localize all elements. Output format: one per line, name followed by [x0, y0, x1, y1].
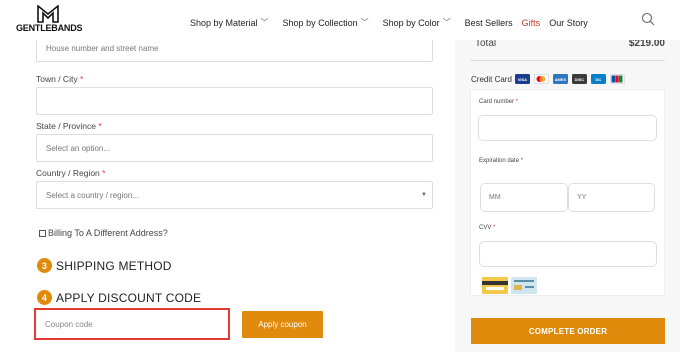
country-label: Country / Region * — [36, 168, 105, 178]
divider — [470, 60, 665, 61]
yy-placeholder: YY — [577, 194, 587, 201]
diners-icon: DC — [590, 74, 606, 84]
nav-label: Best Sellers — [464, 17, 513, 28]
nav-label: Gifts — [521, 17, 541, 28]
billing-different-address[interactable]: Billing To A Different Address? — [39, 228, 168, 238]
site-header: GENTLEBANDS Shop by Material ﹀ Shop by Co… — [0, 0, 700, 40]
logo-mark-icon — [37, 5, 59, 23]
coupon-placeholder: Coupon code — [45, 319, 93, 329]
expiry-year-input[interactable]: YY — [568, 183, 655, 212]
required-mark: * — [520, 158, 524, 164]
discount-code-heading: 4 APPLY DISCOUNT CODE — [37, 290, 201, 305]
required-mark: * — [515, 99, 519, 105]
address-placeholder: House number and street name — [46, 43, 159, 53]
nav-label: Shop by Material — [190, 17, 258, 28]
cvv-input[interactable] — [479, 241, 657, 267]
state-placeholder: Select an option... — [46, 143, 111, 153]
expiration-label: Expiration date * — [479, 158, 523, 164]
cvv-label: CVV * — [479, 225, 495, 231]
card-number-input[interactable] — [478, 115, 657, 141]
coupon-highlight: Coupon code — [34, 308, 230, 340]
country-label-text: Country / Region — [36, 168, 103, 178]
discount-code-title: APPLY DISCOUNT CODE — [56, 290, 202, 305]
nav-our-story[interactable]: Our Story — [549, 17, 588, 28]
search-icon[interactable] — [641, 12, 655, 26]
apply-coupon-button[interactable]: Apply coupon — [242, 311, 323, 338]
town-label-text: Town / City — [36, 74, 80, 84]
billing-label: Billing To A Different Address? — [48, 228, 168, 238]
chevron-down-icon: ﹀ — [260, 18, 269, 27]
logo-text: GENTLEBANDS — [16, 23, 83, 33]
town-city-field[interactable] — [36, 87, 433, 115]
expiry-month-input[interactable]: MM — [480, 183, 568, 212]
card-number-label: Card number * — [479, 99, 518, 105]
required-mark: * — [102, 168, 106, 178]
chevron-down-icon: ﹀ — [442, 18, 451, 27]
required-mark: * — [79, 74, 84, 84]
credit-card-label: Credit Card — [471, 74, 512, 84]
main-nav: Shop by Material ﹀ Shop by Collection ﹀ Sh… — [190, 17, 588, 28]
nav-label: Our Story — [549, 17, 588, 28]
nav-best-sellers[interactable]: Best Sellers — [465, 17, 513, 28]
card-brand-icons: VISA AMEX DISC DC — [514, 74, 625, 84]
nav-label: Shop by Collection — [282, 17, 358, 28]
select-arrow-icon: ▼ — [421, 192, 427, 198]
state-label: State / Province * — [36, 121, 102, 131]
state-label-text: State / Province — [36, 121, 99, 131]
mm-placeholder: MM — [489, 194, 501, 201]
cvv-help-images — [482, 277, 537, 294]
country-placeholder: Select a country / region... — [46, 190, 139, 200]
coupon-code-input[interactable]: Coupon code — [39, 313, 225, 335]
site-logo[interactable]: GENTLEBANDS — [16, 5, 83, 35]
required-mark: * — [493, 225, 496, 231]
discover-icon: DISC — [571, 74, 587, 84]
shipping-method-heading: 3 SHIPPING METHOD — [37, 258, 172, 273]
nav-shop-by-color[interactable]: Shop by Color ﹀ — [383, 17, 451, 28]
nav-label: Shop by Color — [382, 17, 440, 28]
required-mark: * — [98, 121, 102, 131]
step-number-badge: 4 — [37, 290, 52, 305]
card-back-cvv-icon — [482, 277, 508, 294]
visa-icon: VISA — [514, 74, 530, 84]
credit-card-option[interactable]: Credit Card VISA AMEX DISC DC — [471, 74, 625, 84]
nav-gifts[interactable]: Gifts — [522, 17, 541, 28]
billing-checkbox[interactable] — [39, 229, 46, 237]
town-label: Town / City * — [36, 74, 83, 84]
chevron-down-icon: ﹀ — [360, 18, 369, 27]
card-front-cvv-icon — [511, 277, 537, 294]
nav-shop-by-collection[interactable]: Shop by Collection ﹀ — [283, 17, 369, 28]
state-province-field[interactable]: Select an option... — [36, 134, 433, 162]
shipping-method-title: SHIPPING METHOD — [56, 258, 172, 273]
cvv-label-text: CVV — [479, 225, 494, 231]
step-number-badge: 3 — [37, 258, 52, 273]
card-number-label-text: Card number — [479, 99, 516, 105]
mastercard-icon — [533, 74, 549, 84]
nav-shop-by-material[interactable]: Shop by Material ﹀ — [190, 17, 269, 28]
country-region-select[interactable]: Select a country / region... ▼ — [36, 181, 433, 209]
amex-icon: AMEX — [552, 74, 568, 84]
expiration-label-text: Expiration date — [479, 158, 521, 164]
complete-order-button[interactable]: COMPLETE ORDER — [471, 318, 665, 344]
jcb-icon — [609, 74, 625, 84]
